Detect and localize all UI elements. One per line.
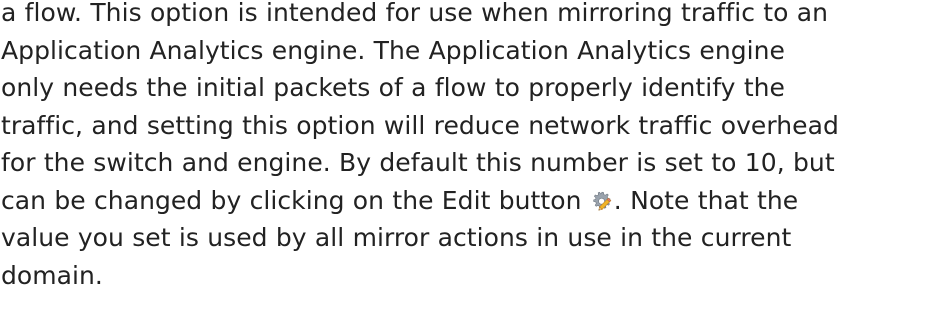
- paragraph-line-4: traffic, and setting this option will re…: [1, 110, 839, 140]
- paragraph-line-7: value you set is used by all mirror acti…: [1, 223, 792, 252]
- paragraph: a flow. This option is intended for use …: [1, 0, 931, 294]
- paragraph-line-2: Application Analytics engine. The Applic…: [1, 35, 785, 65]
- paragraph-line-6-tail: . Note that the: [613, 185, 799, 215]
- edit-gear-pencil-icon: [591, 190, 613, 212]
- paragraph-line-5: for the switch and engine. By default th…: [1, 148, 835, 177]
- paragraph-line-1: a flow. This option is intended for use …: [1, 0, 829, 27]
- paragraph-line-8: domain.: [1, 260, 103, 290]
- paragraph-line-6-text: can be changed by clicking on the Edit b…: [1, 185, 582, 215]
- paragraph-line-6: can be changed by clicking on the Edit b…: [1, 182, 931, 220]
- paragraph-line-3: only needs the initial packets of a flow…: [1, 73, 785, 102]
